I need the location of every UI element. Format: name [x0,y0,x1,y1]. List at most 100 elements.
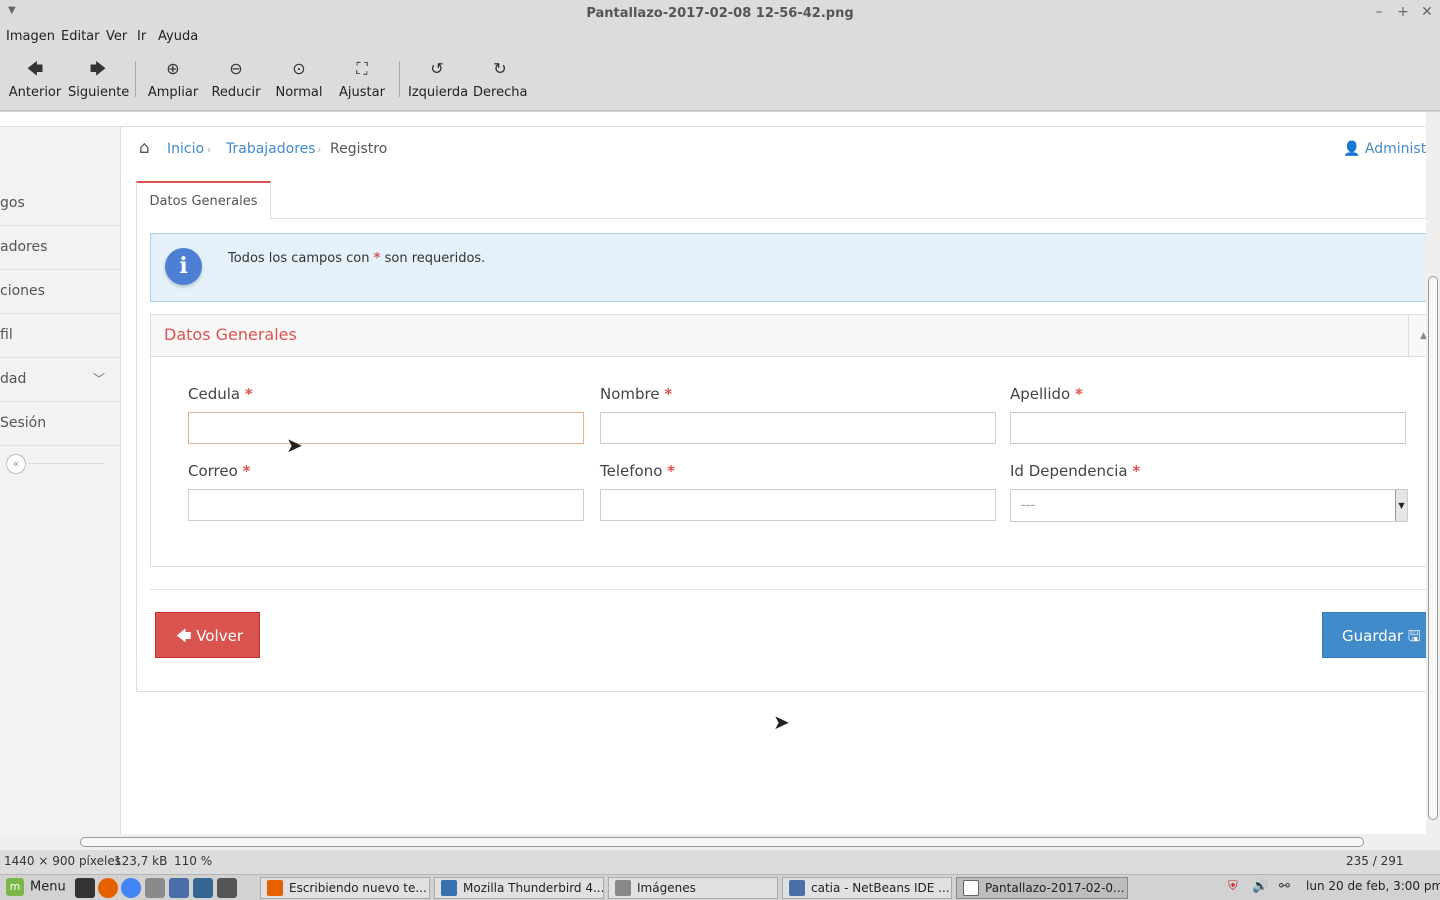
menu-imagen[interactable]: Imagen [6,29,55,44]
volume-icon[interactable]: 🔊 [1252,879,1268,894]
window-title: Pantallazo-2017-02-08 12-56-42.png [586,6,854,21]
zoom-level: 110 % [174,854,213,868]
prev-button[interactable]: 🡄 Anterior [6,57,64,105]
menu-ayuda[interactable]: Ayuda [158,29,198,44]
sidebar-item[interactable]: ciones [0,270,120,314]
menubar: Imagen Editar Ver Ir Ayuda [0,27,1440,49]
rotate-right-button[interactable]: ↻ Derecha [473,57,527,105]
monitor-icon[interactable] [217,878,237,898]
correo-input[interactable] [188,489,584,521]
network-icon[interactable]: ⚯ [1279,879,1290,894]
start-menu-button[interactable]: m Menu [6,878,66,898]
menu-editar[interactable]: Editar [61,29,100,44]
alert-text: son requeridos. [384,251,486,266]
cedula-input[interactable] [188,412,584,444]
fit-button[interactable]: ⛶ Ajustar [337,57,387,105]
task-images[interactable]: Imágenes [608,877,778,899]
pgadmin-icon[interactable] [193,878,213,898]
floppy-icon: 🖫 [1407,627,1421,645]
terminal-icon[interactable] [75,878,95,898]
task-label: Pantallazo-2017-02-0... [985,881,1125,895]
toolbar: 🡄 Anterior 🡆 Siguiente ⊕ Ampliar ⊖ Reduc… [0,49,1440,111]
field-label-text: Telefono [600,462,663,480]
nombre-label: Nombre * [600,385,672,403]
select-arrow-icon: ▼ [1395,490,1407,521]
telefono-input[interactable] [600,489,996,521]
required-mark: * [1075,385,1083,403]
mouse-cursor-icon: ➤ [286,433,303,457]
apellido-input[interactable] [1010,412,1406,444]
page-top-border [0,126,1426,127]
info-alert: i Todos los campos con * son requeridos. [150,233,1440,302]
image-viewer-icon [963,880,979,896]
window-titlebar: ▼ Pantallazo-2017-02-08 12-56-42.png – +… [0,0,1440,27]
rotate-left-button[interactable]: ↺ Izquierda [408,57,469,105]
shield-icon[interactable]: ⛨ [1228,879,1238,894]
scroll-thumb[interactable] [1428,276,1438,820]
next-label: Siguiente [68,85,130,100]
zoom-in-button[interactable]: ⊕ Ampliar [146,57,200,105]
user-icon: 👤 [1343,141,1361,157]
prev-label: Anterior [8,85,62,100]
sidebar-item-dropdown[interactable]: dad ﹀ [0,358,120,402]
zoom-in-icon: ⊕ [166,59,180,78]
menu-ver[interactable]: Ver [106,29,127,44]
breadcrumb-home-link[interactable]: Inicio [167,141,204,157]
panel-header: Datos Generales ▲ [151,315,1439,357]
info-icon: i [165,248,202,285]
minimize-button[interactable]: – [1370,4,1388,20]
rotate-left-label: Izquierda [408,85,469,100]
sidebar-item[interactable]: fil [0,314,120,358]
zoom-normal-icon: ⊙ [292,59,306,78]
dependencia-select[interactable]: --- ▼ [1010,489,1408,522]
sidebar-item[interactable]: adores [0,226,120,270]
save-button[interactable]: Guardar 🖫 [1322,612,1440,658]
task-label: Escribiendo nuevo te... [289,881,427,895]
mint-logo-icon: m [6,878,24,896]
required-mark: * [242,462,251,480]
save-button-label: Guardar [1342,627,1404,645]
close-button[interactable]: ✕ [1418,4,1436,20]
field-label-text: Id Dependencia [1010,462,1128,480]
toolbar-separator [399,61,400,97]
sidebar-item[interactable]: gos [0,182,120,226]
nombre-input[interactable] [600,412,996,444]
task-image-viewer[interactable]: Pantallazo-2017-02-0... [956,877,1128,899]
user-menu[interactable]: 👤 Administr [1343,141,1432,157]
rotate-right-label: Derecha [473,85,528,100]
back-button[interactable]: 🡄 Volver [155,612,260,658]
image-dimensions: 1440 × 900 píxeles [4,854,121,868]
breadcrumb-separator: › [317,143,322,156]
sidebar: gos adores ciones fil dad ﹀ Sesión « [0,127,121,850]
telefono-label: Telefono * [600,462,675,480]
fit-icon: ⛶ [356,59,368,78]
user-name: Administr [1364,141,1432,157]
sidebar-item-logout[interactable]: Sesión [0,402,120,446]
zoom-out-button[interactable]: ⊖ Reducir [210,57,262,105]
scroll-thumb[interactable] [80,837,1364,847]
maximize-button[interactable]: + [1394,4,1412,20]
menu-ir[interactable]: Ir [137,29,146,44]
collapse-sidebar-icon[interactable]: « [6,454,26,474]
clock[interactable]: lun 20 de feb, 3:00 pm [1306,879,1440,893]
field-label-text: Apellido [1010,385,1071,403]
task-thunderbird[interactable]: Mozilla Thunderbird 4... [434,877,604,899]
tab-datos-generales[interactable]: Datos Generales [136,181,271,219]
task-writer[interactable]: Escribiendo nuevo te... [260,877,430,899]
next-button[interactable]: 🡆 Siguiente [68,57,130,105]
image-viewport[interactable]: gos adores ciones fil dad ﹀ Sesión « ⌂ I… [0,112,1440,850]
start-menu-label: Menu [30,879,66,895]
breadcrumb-trabajadores-link[interactable]: Trabajadores [226,141,316,157]
horizontal-scrollbar[interactable] [0,834,1426,850]
firefox-icon[interactable] [98,878,118,898]
chevron-down-icon: ﹀ [93,372,106,386]
netbeans-icon[interactable] [169,878,189,898]
files-icon[interactable] [145,878,165,898]
normal-size-button[interactable]: ⊙ Normal [274,57,324,105]
arrow-left-icon: 🡄 [176,627,192,645]
zoom-out-icon: ⊖ [229,59,243,78]
chrome-icon[interactable] [121,878,141,898]
vertical-scrollbar[interactable] [1426,112,1440,850]
task-netbeans[interactable]: catia - NetBeans IDE ... [782,877,952,899]
taskbar: m Menu Escribiendo nuevo te... Mozilla Th… [0,874,1440,900]
